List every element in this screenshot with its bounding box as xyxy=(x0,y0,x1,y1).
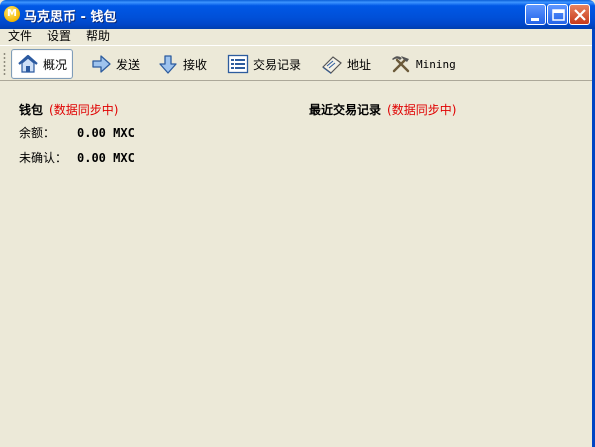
wallet-title: 钱包 xyxy=(19,103,44,117)
maximize-button[interactable] xyxy=(547,4,568,25)
arrow-right-icon xyxy=(92,55,111,73)
balance-label: 余额： xyxy=(19,126,56,140)
transactions-button[interactable]: 交易记录 xyxy=(221,49,307,79)
menu-file[interactable]: 文件 xyxy=(8,29,32,44)
mining-button[interactable]: Mining xyxy=(384,49,462,79)
wallet-section-title: 钱包 (数据同步中) xyxy=(19,101,118,118)
minimize-icon xyxy=(531,18,539,21)
address-book-icon xyxy=(322,56,342,74)
overview-label: 概况 xyxy=(43,57,68,72)
overview-panel: 钱包 (数据同步中) 余额： 0.00 MXC 未确认： 0.00 MXC 最近交… xyxy=(0,82,595,447)
list-icon xyxy=(227,54,249,74)
minimize-button[interactable] xyxy=(525,4,546,25)
home-icon xyxy=(18,54,38,73)
send-button[interactable]: 发送 xyxy=(84,49,146,79)
receive-label: 接收 xyxy=(183,57,208,72)
balance-value: 0.00 MXC xyxy=(77,126,135,140)
address-label: 地址 xyxy=(347,57,372,72)
recent-title: 最近交易记录 xyxy=(309,103,382,117)
transactions-label: 交易记录 xyxy=(253,57,302,72)
mining-label: Mining xyxy=(416,57,456,71)
toolbar-grip[interactable] xyxy=(3,52,6,76)
unconfirmed-label: 未确认： xyxy=(19,151,68,165)
receive-button[interactable]: 接收 xyxy=(151,49,213,79)
overview-button[interactable]: 概况 xyxy=(11,49,74,79)
close-button[interactable] xyxy=(569,4,590,25)
menu-settings[interactable]: 设置 xyxy=(47,29,71,44)
send-label: 发送 xyxy=(116,57,141,72)
recent-sync-status: (数据同步中) xyxy=(387,103,457,117)
maximize-icon xyxy=(552,9,565,21)
app-logo-icon: M xyxy=(4,6,20,22)
wallet-sync-status: (数据同步中) xyxy=(49,103,119,117)
address-button[interactable]: 地址 xyxy=(315,49,377,79)
recent-transactions-title: 最近交易记录 (数据同步中) xyxy=(309,101,456,118)
hammer-pick-icon xyxy=(392,56,410,73)
toolbar: 概况 发送 接收 交易记录 地址 Mining xyxy=(0,45,595,81)
menu-bar: 文件 设置 帮助 xyxy=(0,29,595,45)
unconfirmed-value: 0.00 MXC xyxy=(77,151,135,165)
close-icon xyxy=(574,9,586,21)
window-title: 马克思币 - 钱包 xyxy=(24,10,117,25)
arrow-down-icon xyxy=(159,55,177,74)
menu-help[interactable]: 帮助 xyxy=(86,29,110,44)
title-bar[interactable]: M 马克思币 - 钱包 xyxy=(0,0,595,29)
